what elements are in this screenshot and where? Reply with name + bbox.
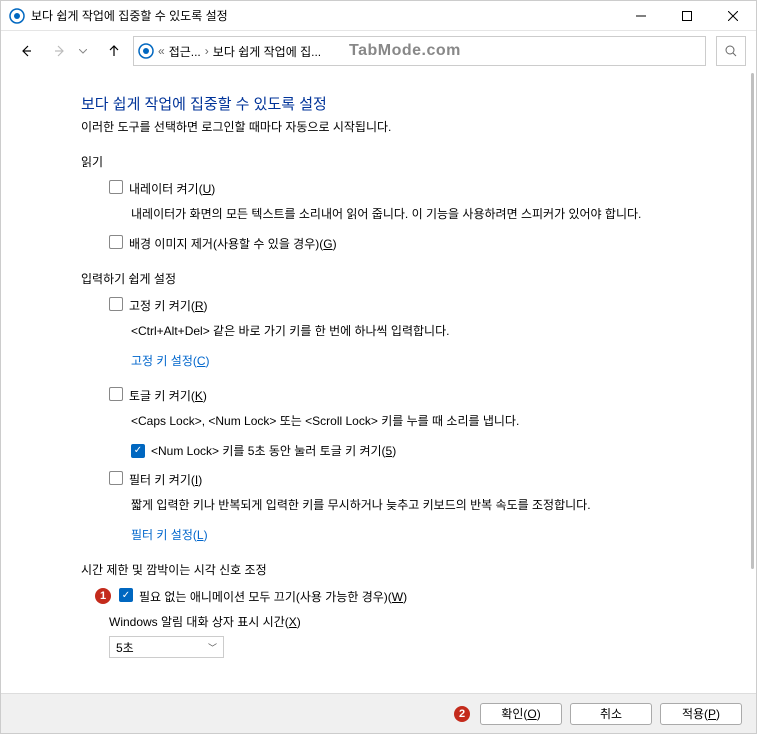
scrollbar-thumb[interactable] bbox=[751, 73, 754, 569]
notification-duration-select[interactable]: 5초 ﹀ bbox=[109, 636, 224, 658]
content-scroll[interactable]: 보다 쉽게 작업에 집중할 수 있도록 설정 이러한 도구를 선택하면 로그인할… bbox=[1, 73, 756, 693]
option-remove-bg: 배경 이미지 제거(사용할 수 있을 경우)(G) bbox=[109, 235, 736, 252]
navbar: « 접근... › 보다 쉽게 작업에 집... TabMode.com bbox=[1, 31, 756, 71]
titlebar: 보다 쉽게 작업에 집중할 수 있도록 설정 bbox=[1, 1, 756, 31]
apply-button[interactable]: 적용(P) bbox=[660, 703, 742, 725]
filter-keys-desc: 짧게 입력한 키나 반복되게 입력한 키를 무시하거나 늦추고 키보드의 반복 … bbox=[131, 496, 691, 514]
badge-2: 2 bbox=[454, 706, 470, 722]
numlock-5sec-label[interactable]: <Num Lock> 키를 5초 동안 눌러 토글 키 켜기(5) bbox=[151, 442, 396, 459]
breadcrumb-sep: « bbox=[158, 44, 165, 58]
sticky-keys-label[interactable]: 고정 키 켜기(R) bbox=[129, 297, 208, 314]
remove-bg-label[interactable]: 배경 이미지 제거(사용할 수 있을 경우)(G) bbox=[129, 235, 337, 252]
sticky-keys-link-row: 고정 키 설정(C) bbox=[131, 352, 736, 369]
app-icon bbox=[9, 8, 25, 24]
notification-duration-value: 5초 bbox=[116, 639, 134, 656]
sticky-keys-settings-link[interactable]: 고정 키 설정(C) bbox=[131, 354, 210, 368]
window-title: 보다 쉽게 작업에 집중할 수 있도록 설정 bbox=[31, 7, 618, 24]
option-toggle-keys-sub: ✓ <Num Lock> 키를 5초 동안 눌러 토글 키 켜기(5) bbox=[131, 442, 736, 459]
sticky-keys-checkbox[interactable] bbox=[109, 297, 123, 311]
option-sticky-keys: 고정 키 켜기(R) bbox=[109, 297, 736, 314]
page-subtitle: 이러한 도구를 선택하면 로그인할 때마다 자동으로 시작됩니다. bbox=[81, 118, 736, 135]
breadcrumb-item2[interactable]: 보다 쉽게 작업에 집... bbox=[213, 43, 321, 60]
back-button[interactable] bbox=[11, 36, 41, 66]
sticky-keys-desc: <Ctrl+Alt+Del> 같은 바로 가기 키를 한 번에 하나씩 입력합니… bbox=[131, 322, 691, 340]
notification-duration-label: Windows 알림 대화 상자 표시 시간(X) bbox=[109, 613, 736, 630]
option-narrator: 내레이터 켜기(U) bbox=[109, 180, 736, 197]
forward-button[interactable] bbox=[45, 36, 75, 66]
section-reading-header: 읽기 bbox=[81, 153, 736, 170]
cancel-button[interactable]: 취소 bbox=[570, 703, 652, 725]
narrator-label[interactable]: 내레이터 켜기(U) bbox=[129, 180, 215, 197]
filter-keys-link-row: 필터 키 설정(L) bbox=[131, 526, 736, 543]
window-controls bbox=[618, 1, 756, 31]
breadcrumb-icon bbox=[138, 43, 154, 59]
ok-button[interactable]: 확인(O) bbox=[480, 703, 562, 725]
search-button[interactable] bbox=[716, 36, 746, 66]
notification-duration: Windows 알림 대화 상자 표시 시간(X) 5초 ﹀ bbox=[109, 613, 736, 658]
history-dropdown[interactable] bbox=[79, 47, 95, 56]
badge-1: 1 bbox=[95, 588, 111, 604]
remove-bg-checkbox[interactable] bbox=[109, 235, 123, 249]
toggle-keys-checkbox[interactable] bbox=[109, 387, 123, 401]
filter-keys-label[interactable]: 필터 키 켜기(I) bbox=[129, 471, 202, 488]
breadcrumb-item1[interactable]: 접근... bbox=[169, 43, 201, 60]
section-typing-header: 입력하기 쉽게 설정 bbox=[81, 270, 736, 287]
option-disable-animations: 1 ✓ 필요 없는 애니메이션 모두 끄기(사용 가능한 경우)(W) bbox=[95, 588, 736, 605]
watermark: TabMode.com bbox=[349, 42, 461, 60]
page-title: 보다 쉽게 작업에 집중할 수 있도록 설정 bbox=[81, 93, 736, 114]
search-icon bbox=[725, 45, 737, 57]
breadcrumb[interactable]: « 접근... › 보다 쉽게 작업에 집... TabMode.com bbox=[133, 36, 706, 66]
section-visual-header: 시간 제한 및 깜박이는 시각 신호 조정 bbox=[81, 561, 736, 578]
minimize-button[interactable] bbox=[618, 1, 664, 31]
narrator-checkbox[interactable] bbox=[109, 180, 123, 194]
disable-animations-checkbox[interactable]: ✓ bbox=[119, 588, 133, 602]
maximize-button[interactable] bbox=[664, 1, 710, 31]
option-filter-keys: 필터 키 켜기(I) bbox=[109, 471, 736, 488]
filter-keys-checkbox[interactable] bbox=[109, 471, 123, 485]
close-button[interactable] bbox=[710, 1, 756, 31]
content: 보다 쉽게 작업에 집중할 수 있도록 설정 이러한 도구를 선택하면 로그인할… bbox=[1, 73, 756, 678]
scrollbar[interactable] bbox=[749, 73, 755, 693]
numlock-5sec-checkbox[interactable]: ✓ bbox=[131, 444, 145, 458]
filter-keys-settings-link[interactable]: 필터 키 설정(L) bbox=[131, 528, 208, 542]
toggle-keys-label[interactable]: 토글 키 켜기(K) bbox=[129, 387, 207, 404]
chevron-right-icon: › bbox=[205, 44, 209, 58]
up-button[interactable] bbox=[99, 36, 129, 66]
narrator-desc: 내레이터가 화면의 모든 텍스트를 소리내어 읽어 줍니다. 이 기능을 사용하… bbox=[131, 205, 691, 223]
option-toggle-keys: 토글 키 켜기(K) bbox=[109, 387, 736, 404]
toggle-keys-desc: <Caps Lock>, <Num Lock> 또는 <Scroll Lock>… bbox=[131, 412, 691, 430]
button-bar: 2 확인(O) 취소 적용(P) bbox=[1, 693, 756, 733]
disable-animations-label[interactable]: 필요 없는 애니메이션 모두 끄기(사용 가능한 경우)(W) bbox=[139, 588, 407, 605]
chevron-down-icon: ﹀ bbox=[208, 641, 217, 654]
